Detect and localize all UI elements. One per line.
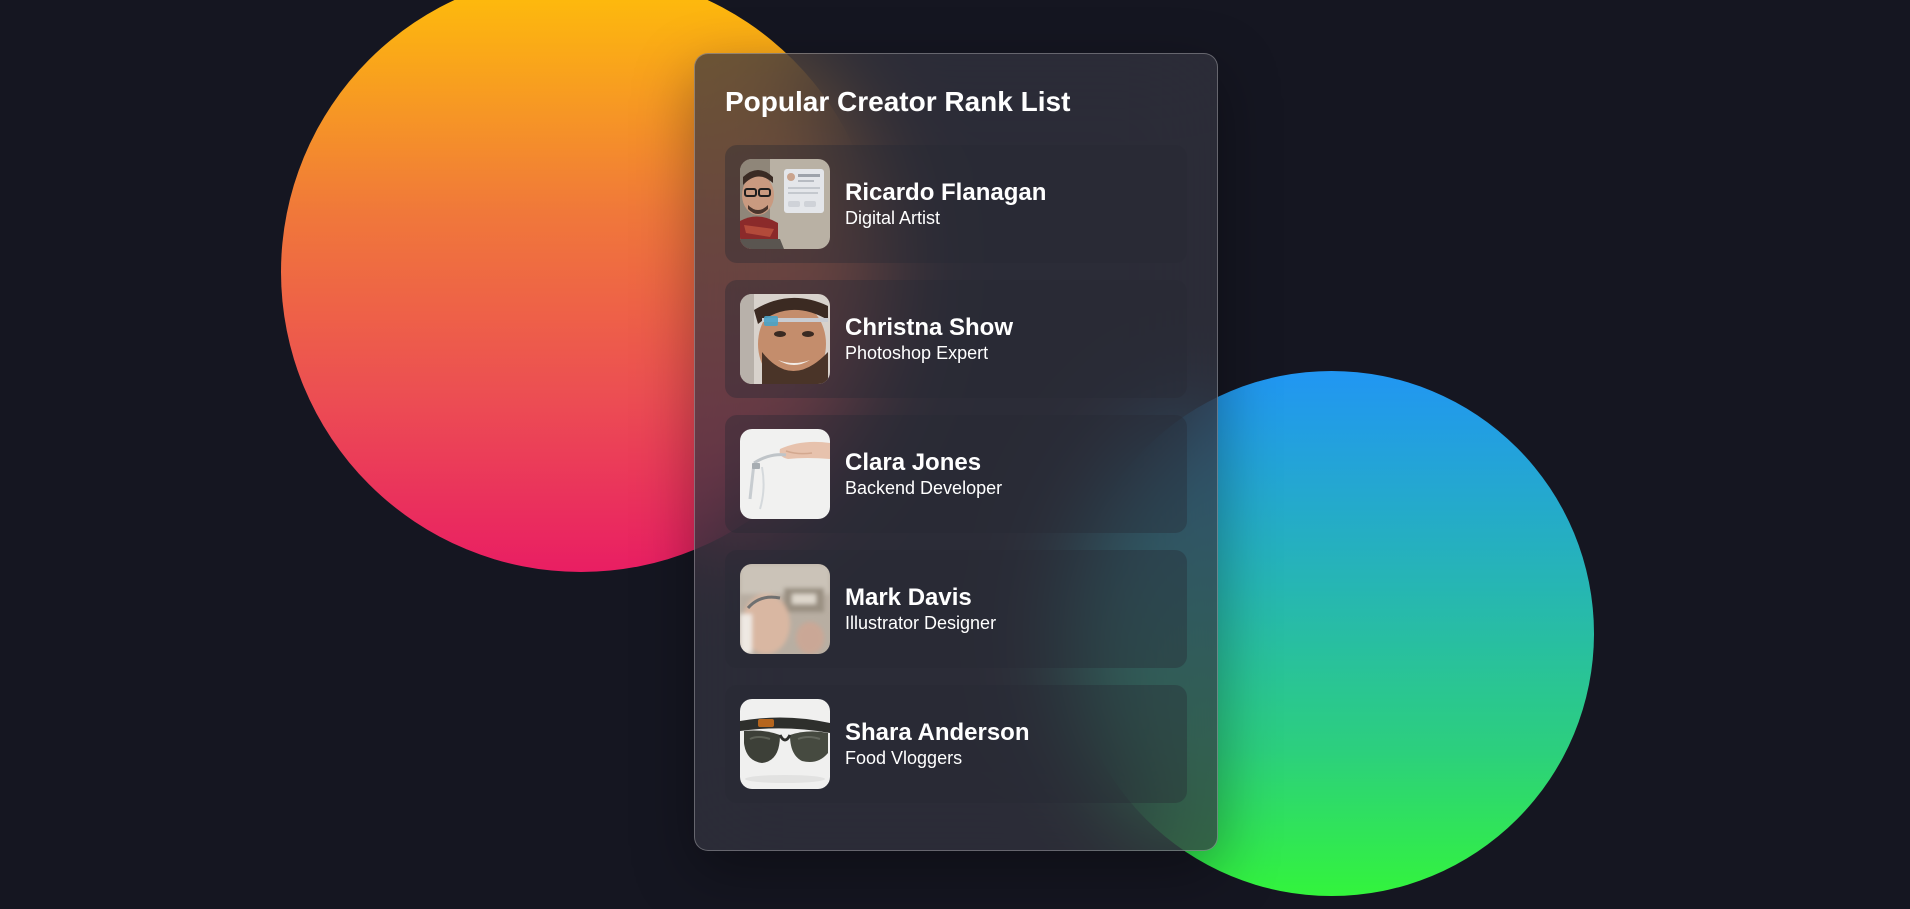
creator-info: Shara Anderson Food Vloggers bbox=[845, 719, 1030, 769]
creator-name: Clara Jones bbox=[845, 449, 982, 476]
creator-role: Digital Artist bbox=[845, 208, 941, 228]
bearded-man-smart-glasses-photo bbox=[740, 294, 830, 384]
creator-name: Christna Show bbox=[845, 314, 1014, 341]
creator-row[interactable]: Mark Davis Illustrator Designer bbox=[725, 550, 1187, 668]
creator-info: Ricardo Flanagan Digital Artist bbox=[845, 179, 1046, 229]
avatar bbox=[740, 159, 830, 249]
creator-row[interactable]: Christna Show Photoshop Expert bbox=[725, 280, 1187, 398]
creator-name: Ricardo Flanagan bbox=[845, 179, 1047, 206]
creator-role: Backend Developer bbox=[845, 478, 1003, 498]
avatar bbox=[740, 564, 830, 654]
avatar bbox=[740, 294, 830, 384]
creator-info: Clara Jones Backend Developer bbox=[845, 449, 1002, 499]
creator-list: Ricardo Flanagan Digital Artist Christna… bbox=[725, 145, 1187, 803]
creator-role: Photoshop Expert bbox=[845, 343, 989, 363]
creator-rank-card: Popular Creator Rank List Ricardo Flanag… bbox=[694, 53, 1218, 851]
creator-name: Mark Davis bbox=[845, 584, 972, 611]
creator-name: Shara Anderson bbox=[845, 719, 1030, 746]
creator-role: Illustrator Designer bbox=[845, 613, 997, 633]
hand-with-device-photo bbox=[740, 564, 830, 654]
creator-row[interactable]: Clara Jones Backend Developer bbox=[725, 415, 1187, 533]
avatar bbox=[740, 429, 830, 519]
creator-info: Mark Davis Illustrator Designer bbox=[845, 584, 996, 634]
hand-holding-glasses-photo bbox=[740, 429, 830, 519]
creator-row[interactable]: Ricardo Flanagan Digital Artist bbox=[725, 145, 1187, 263]
creator-row[interactable]: Shara Anderson Food Vloggers bbox=[725, 685, 1187, 803]
card-title: Popular Creator Rank List bbox=[725, 86, 1071, 117]
creator-info: Christna Show Photoshop Expert bbox=[845, 314, 1013, 364]
man-glasses-scarf-photo bbox=[740, 159, 830, 249]
avatar bbox=[740, 699, 830, 789]
creator-role: Food Vloggers bbox=[845, 748, 963, 768]
sunglasses-closeup-photo bbox=[740, 699, 830, 789]
